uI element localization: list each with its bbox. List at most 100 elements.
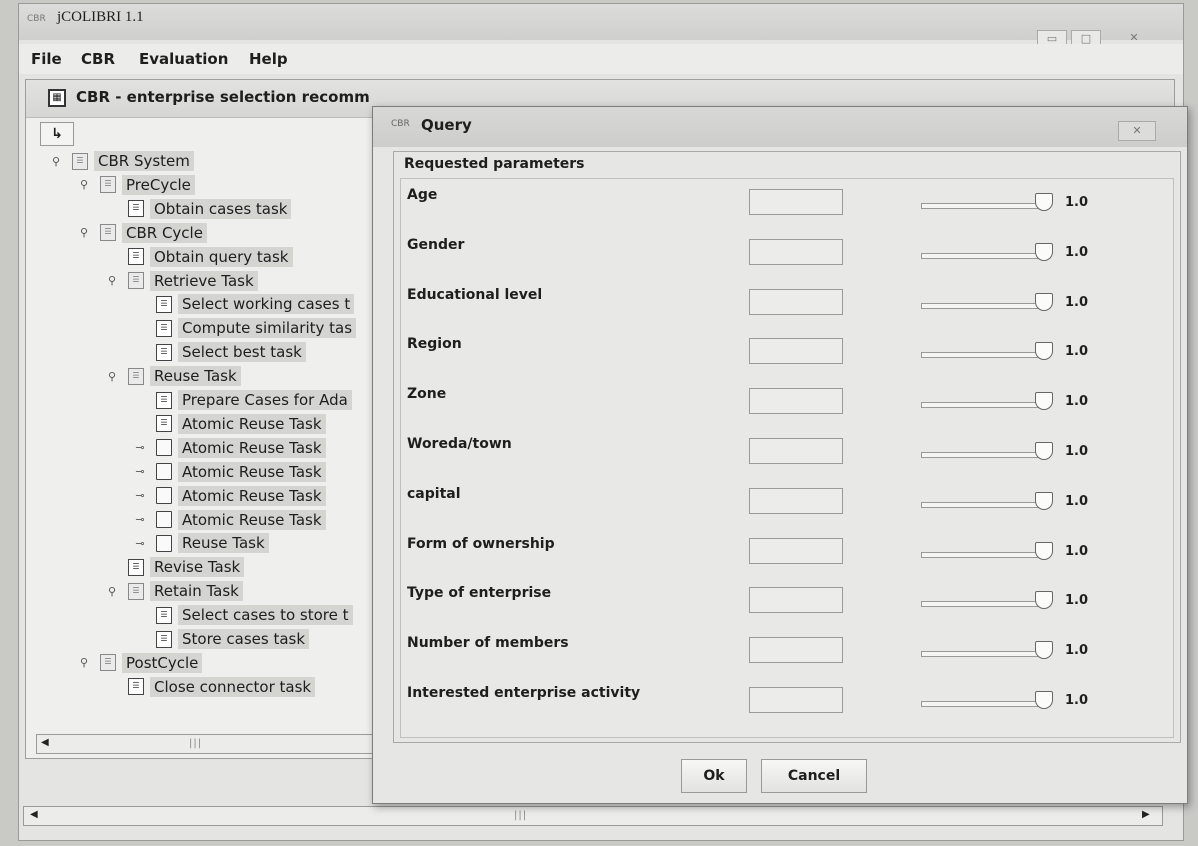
weight-slider-track[interactable] — [921, 252, 1045, 259]
weight-slider-track[interactable] — [921, 352, 1045, 359]
parameter-value-input[interactable] — [749, 537, 843, 564]
weight-slider-thumb[interactable] — [1035, 641, 1053, 660]
parameter-row: Zone 1.0 — [401, 378, 1173, 428]
parameter-label: Form of ownership — [407, 535, 555, 552]
tree-node[interactable]: ☰ Atomic Reuse Task — [134, 413, 326, 435]
tree-node[interactable]: ☰ Compute similarity tas — [134, 317, 357, 339]
weight-value: 1.0 — [1065, 394, 1089, 410]
weight-slider-track[interactable] — [921, 452, 1045, 458]
weight-slider-thumb[interactable] — [1035, 242, 1053, 261]
tree-node[interactable]: ☰ Obtain cases task — [106, 198, 292, 220]
scroll-grip-icon[interactable]: ||| — [514, 810, 527, 821]
tree-node[interactable]: ⊸ Reuse Task — [134, 532, 269, 554]
weight-slider-thumb[interactable] — [1035, 442, 1053, 460]
weight-slider-thumb[interactable] — [1035, 292, 1053, 311]
tree-node[interactable]: ☰ Obtain query task — [106, 246, 293, 268]
parameter-value-input[interactable] — [749, 487, 843, 514]
parameter-value-input[interactable] — [749, 587, 843, 614]
expand-toggle-icon[interactable]: ⊸ — [134, 537, 146, 550]
tree-node[interactable]: ☰ Store cases task — [134, 628, 310, 650]
menu-file[interactable]: File — [31, 50, 62, 68]
tree-node[interactable]: ⚲ ☰ CBR Cycle — [78, 222, 207, 244]
expand-toggle-icon[interactable]: ⚲ — [50, 155, 62, 168]
tree-node[interactable]: ☰ Select cases to store t — [134, 604, 353, 626]
weight-value: 1.0 — [1065, 444, 1089, 459]
expand-toggle-icon[interactable]: ⚲ — [78, 656, 90, 669]
task-icon: ☰ — [128, 558, 144, 576]
expand-toggle-icon[interactable]: ⊸ — [134, 513, 146, 526]
parameter-value-input[interactable] — [749, 238, 843, 265]
task-icon: ☰ — [128, 200, 144, 218]
parameter-label: Type of enterprise — [407, 585, 552, 602]
tree-node[interactable]: ⚲ ☰ PreCycle — [78, 174, 195, 196]
weight-slider-track[interactable] — [921, 551, 1045, 558]
weight-slider-track[interactable] — [921, 501, 1045, 508]
weight-slider-track[interactable] — [921, 651, 1045, 658]
parameter-value-input[interactable] — [749, 338, 843, 365]
weight-slider-track[interactable] — [921, 402, 1045, 409]
parameter-value-input[interactable] — [749, 388, 843, 415]
tree-node[interactable]: ☰ Revise Task — [106, 556, 245, 578]
weight-slider-thumb[interactable] — [1035, 591, 1053, 610]
tree-horizontal-scrollbar[interactable]: ◀ ||| — [36, 734, 386, 754]
weight-slider-thumb[interactable] — [1035, 491, 1053, 510]
main-horizontal-scrollbar[interactable]: ◀ ||| ▶ — [23, 806, 1163, 826]
tree-node[interactable]: ☰ Select best task — [134, 341, 306, 363]
tree-node-label: Reuse Task — [150, 366, 241, 387]
tree-node[interactable]: ⚲ ☰ Retain Task — [106, 580, 243, 602]
expand-tree-button[interactable]: ↳ — [40, 122, 74, 146]
task-icon: ☰ — [156, 343, 172, 361]
tree-node[interactable]: ⊸ Atomic Reuse Task — [134, 485, 326, 507]
tree-node-label: Atomic Reuse Task — [178, 485, 326, 506]
dialog-close-button[interactable]: ✕ — [1118, 121, 1156, 141]
tree-node-label: Retain Task — [150, 581, 243, 602]
parameter-value-input[interactable] — [749, 637, 843, 664]
expand-toggle-icon[interactable]: ⚲ — [78, 178, 90, 191]
weight-slider-thumb[interactable] — [1035, 193, 1053, 211]
weight-slider-thumb[interactable] — [1035, 392, 1053, 411]
folder-icon: ☰ — [100, 224, 116, 242]
parameter-value-input[interactable] — [749, 288, 843, 315]
tree-node[interactable]: ⚲ ☰ Retrieve Task — [106, 270, 258, 292]
scroll-left-arrow-icon[interactable]: ◀ — [30, 809, 38, 820]
tree-node[interactable]: ☰ Close connector task — [106, 676, 316, 698]
doc-icon — [156, 511, 172, 528]
tree-node[interactable]: ☰ Prepare Cases for Ada — [134, 389, 352, 411]
scroll-right-arrow-icon[interactable]: ▶ — [1142, 809, 1150, 820]
cancel-button[interactable]: Cancel — [761, 759, 867, 793]
weight-slider-thumb[interactable] — [1035, 342, 1053, 361]
parameter-value-input[interactable] — [749, 438, 843, 464]
tree-node[interactable]: ☰ Select working cases t — [134, 293, 355, 315]
tree-node[interactable]: ⊸ Atomic Reuse Task — [134, 437, 326, 459]
menu-evaluation[interactable]: Evaluation — [139, 50, 228, 68]
weight-slider-track[interactable] — [921, 302, 1045, 309]
tree-node[interactable]: ⊸ Atomic Reuse Task — [134, 461, 326, 483]
tree-node-label: Obtain query task — [150, 246, 293, 267]
expand-toggle-icon[interactable]: ⚲ — [78, 226, 90, 239]
expand-toggle-icon[interactable]: ⚲ — [106, 370, 118, 383]
weight-slider-track[interactable] — [921, 203, 1045, 209]
expand-toggle-icon[interactable]: ⚲ — [106, 274, 118, 287]
tree-node[interactable]: ⚲ ☰ CBR System — [50, 150, 194, 172]
weight-slider-thumb[interactable] — [1035, 691, 1053, 709]
tree-node-label: PreCycle — [122, 174, 195, 195]
tree-node[interactable]: ⚲ ☰ Reuse Task — [106, 365, 241, 387]
expand-toggle-icon[interactable]: ⊸ — [134, 441, 146, 454]
parameter-value-input[interactable] — [749, 189, 843, 215]
ok-button[interactable]: Ok — [681, 759, 747, 793]
tree-node[interactable]: ⚲ ☰ PostCycle — [78, 652, 203, 674]
tree-node-label: Atomic Reuse Task — [178, 461, 326, 482]
scroll-grip-icon[interactable]: ||| — [189, 738, 202, 749]
menu-cbr[interactable]: CBR — [81, 50, 115, 68]
menu-help[interactable]: Help — [249, 50, 288, 68]
expand-toggle-icon[interactable]: ⊸ — [134, 489, 146, 502]
expand-toggle-icon[interactable]: ⚲ — [106, 585, 118, 598]
scroll-left-arrow-icon[interactable]: ◀ — [41, 737, 49, 748]
tree-node[interactable]: ⊸ Atomic Reuse Task — [134, 509, 326, 531]
tree-node-label: Select cases to store t — [178, 605, 353, 626]
weight-slider-thumb[interactable] — [1035, 541, 1053, 560]
weight-slider-track[interactable] — [921, 701, 1045, 707]
weight-slider-track[interactable] — [921, 601, 1045, 608]
expand-toggle-icon[interactable]: ⊸ — [134, 465, 146, 478]
parameter-value-input[interactable] — [749, 687, 843, 713]
